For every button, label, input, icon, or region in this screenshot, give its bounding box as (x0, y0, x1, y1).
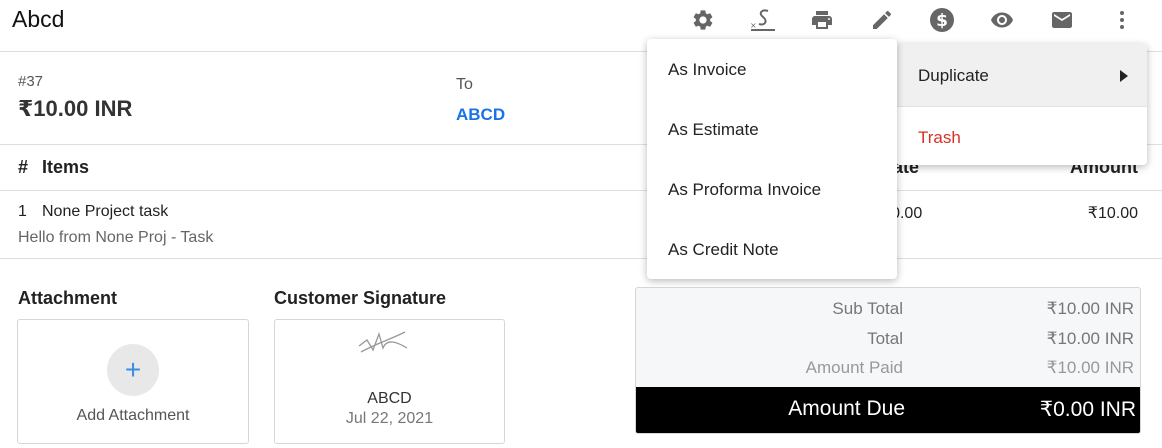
sub-total-label: Sub Total (832, 299, 903, 318)
amount-due-value: ₹0.00 INR (1039, 398, 1136, 421)
as-invoice-item[interactable]: As Invoice (647, 39, 897, 99)
trash-menu-item[interactable]: Trash (896, 107, 1147, 165)
svg-text:×: × (750, 21, 757, 30)
add-attachment-label: Add Attachment (76, 407, 190, 424)
totals-panel: Sub Total ₹10.00 INR Total ₹10.00 INR Am… (635, 287, 1141, 434)
dollar-icon[interactable]: $ (928, 6, 956, 34)
amount-due-bar: Amount Due ₹0.00 INR (636, 387, 1140, 433)
to-label: To (456, 76, 473, 93)
sub-total-value: ₹10.00 INR (1046, 299, 1134, 318)
col-items: Items (42, 157, 90, 177)
row-index: 1 (18, 203, 27, 220)
signature-title: Customer Signature (274, 288, 447, 308)
signature-date: Jul 22, 2021 (345, 410, 434, 427)
submenu-arrow-icon (1120, 70, 1128, 82)
signature-icon[interactable]: × (748, 6, 776, 34)
invoice-number: #37 (18, 73, 44, 90)
plus-icon: + (107, 344, 159, 396)
gear-icon[interactable] (689, 6, 717, 34)
trash-label: Trash (918, 128, 961, 147)
print-icon[interactable] (808, 6, 836, 34)
as-proforma-invoice-item[interactable]: As Proforma Invoice (647, 159, 897, 219)
svg-text:$: $ (936, 11, 948, 31)
as-estimate-item[interactable]: As Estimate (647, 99, 897, 159)
row-item-description: Hello from None Proj - Task (18, 229, 214, 246)
col-hash: # (18, 157, 29, 177)
as-credit-note-label: As Credit Note (668, 240, 779, 259)
eye-icon[interactable] (988, 6, 1016, 34)
page-title: Abcd (12, 6, 65, 32)
more-vert-icon[interactable] (1108, 6, 1136, 34)
add-attachment-button[interactable]: + Add Attachment (17, 319, 249, 444)
attachment-title: Attachment (18, 288, 118, 308)
signature-card: ABCD Jul 22, 2021 (274, 319, 505, 444)
amount-paid-label: Amount Paid (805, 358, 903, 377)
as-invoice-label: As Invoice (668, 60, 747, 79)
total-label: Total (867, 329, 903, 348)
signature-image (358, 331, 408, 353)
duplicate-menu-item[interactable]: Duplicate (896, 44, 1147, 106)
mail-icon[interactable] (1048, 6, 1076, 34)
row-divider (0, 258, 1162, 259)
signature-name: ABCD (367, 390, 412, 407)
amount-due-label: Amount Due (788, 397, 905, 420)
table-header-divider (0, 190, 1162, 191)
amount-paid-value: ₹10.00 INR (1046, 358, 1134, 377)
client-link[interactable]: ABCD (456, 105, 505, 125)
total-value: ₹10.00 INR (1046, 329, 1134, 348)
as-credit-note-item[interactable]: As Credit Note (647, 219, 897, 279)
invoice-view: Abcd × $ #37 ₹10.00 INR To ABCD # Items … (0, 0, 1162, 448)
invoice-amount: ₹10.00 INR (18, 96, 133, 121)
duplicate-submenu: As Invoice As Estimate As Proforma Invoi… (647, 39, 897, 279)
duplicate-label: Duplicate (918, 66, 989, 85)
as-proforma-invoice-label: As Proforma Invoice (668, 180, 822, 199)
row-amount: ₹10.00 (1087, 205, 1138, 222)
more-menu: Duplicate Trash (896, 44, 1147, 165)
edit-icon[interactable] (868, 6, 896, 34)
as-estimate-label: As Estimate (668, 120, 759, 139)
row-item-name: None Project task (42, 203, 169, 220)
